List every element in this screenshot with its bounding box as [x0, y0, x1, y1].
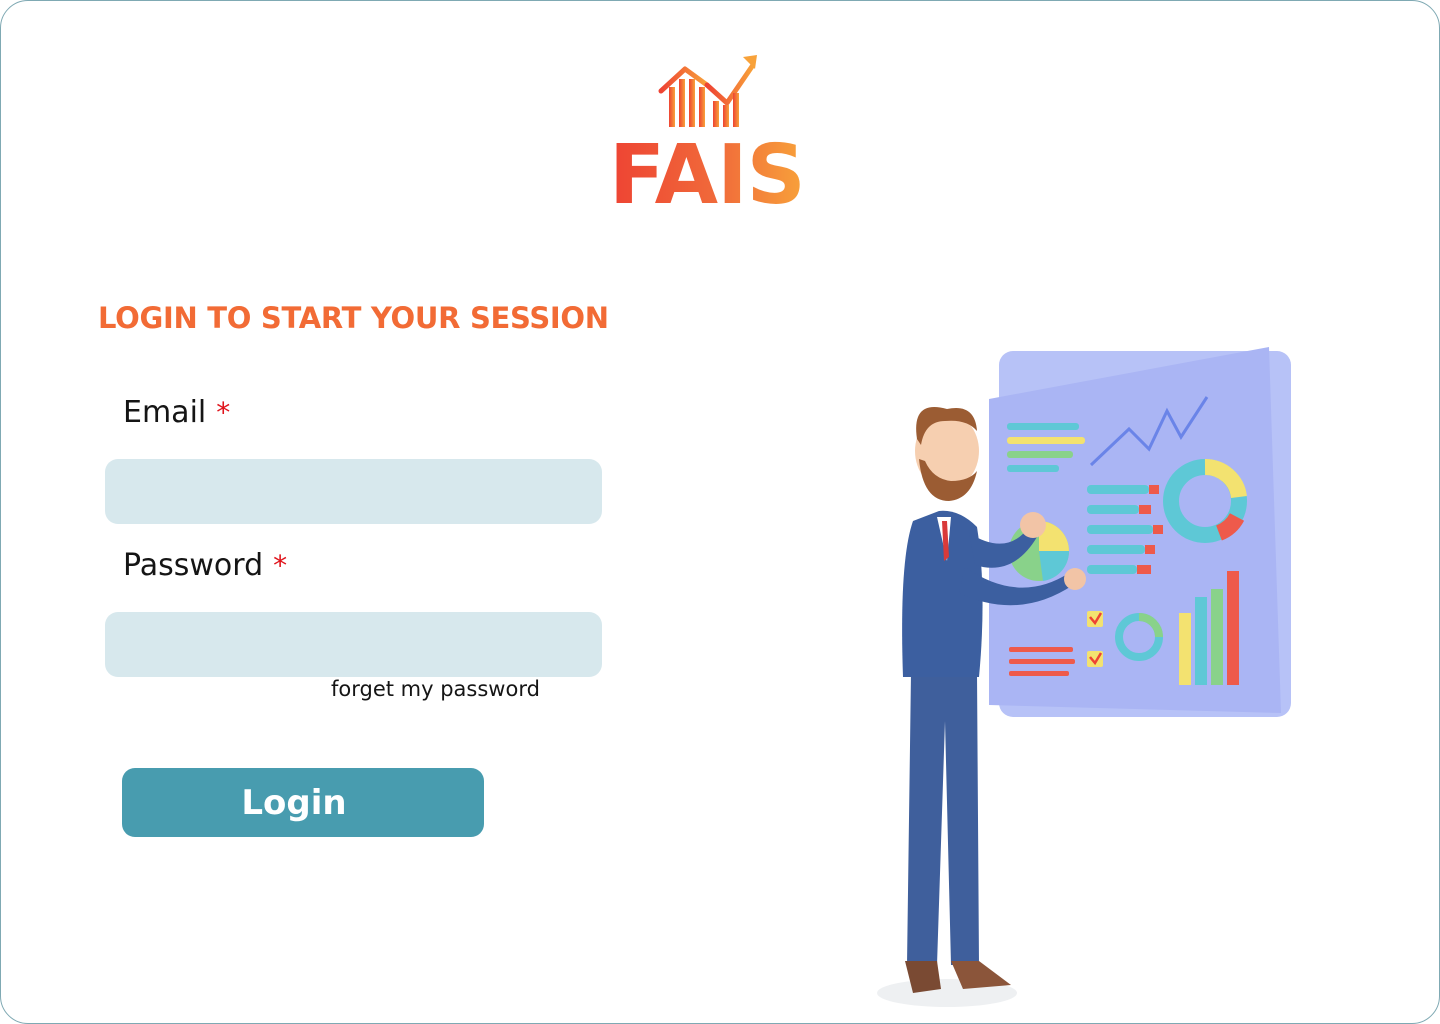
brand-name: FAIS: [609, 128, 806, 223]
password-input[interactable]: [105, 612, 602, 677]
email-input[interactable]: [105, 459, 602, 524]
login-heading: LOGIN TO START YOUR SESSION: [98, 301, 609, 335]
email-label-text: Email: [123, 395, 207, 430]
forgot-password-link[interactable]: forget my password: [331, 677, 540, 701]
login-button[interactable]: Login: [122, 768, 484, 837]
businessman-dashboard-illustration: [877, 347, 1291, 1007]
password-label-text: Password: [123, 548, 264, 583]
login-window: FAIS LOGIN TO START YOUR SESSION Email * …: [0, 0, 1440, 1024]
chart-growth-icon: [658, 55, 757, 127]
email-label: Email *: [123, 395, 230, 430]
required-asterisk: *: [273, 549, 288, 582]
brand-logo: FAIS: [601, 49, 821, 229]
required-asterisk: *: [216, 396, 231, 429]
password-label: Password *: [123, 548, 287, 583]
